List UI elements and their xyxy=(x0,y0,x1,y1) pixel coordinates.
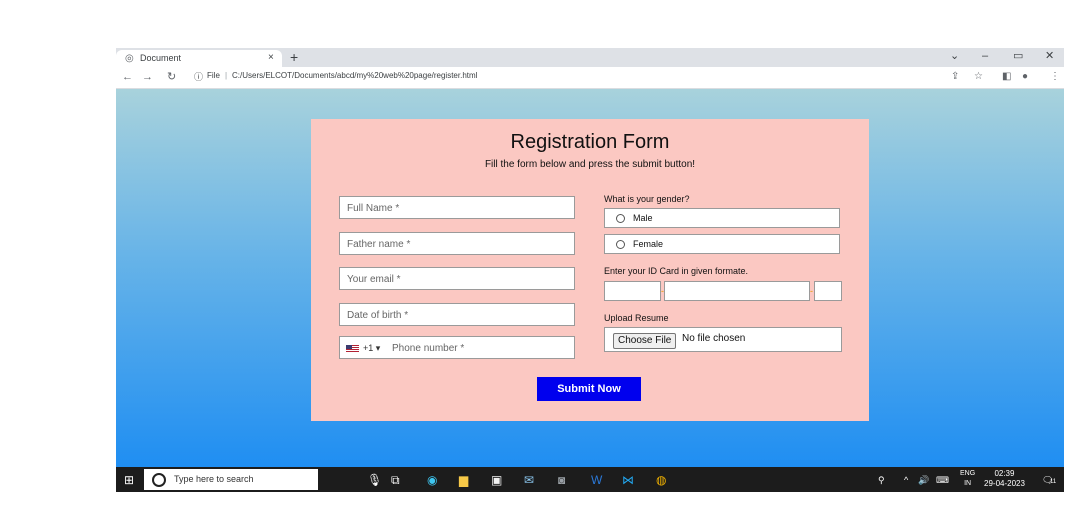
gender-option-male[interactable]: Male xyxy=(604,208,840,228)
male-label: Male xyxy=(633,213,653,223)
system-clock[interactable]: 02:39 29-04-2023 xyxy=(984,469,1025,489)
form-subtitle: Fill the form below and press the submit… xyxy=(484,159,696,170)
language-code: ENG xyxy=(960,470,976,477)
info-icon[interactable]: ⓘ xyxy=(194,70,203,83)
chevron-down-icon[interactable]: ⌄ xyxy=(950,49,959,63)
back-icon[interactable]: ← xyxy=(122,70,133,84)
region-code: IN xyxy=(964,480,972,487)
windows-start-icon[interactable]: ⊞ xyxy=(124,473,134,487)
resume-file-input[interactable]: Choose File No file chosen xyxy=(604,327,842,352)
new-tab-button[interactable]: + xyxy=(290,49,298,65)
people-icon[interactable]: ⚲ xyxy=(878,475,885,486)
tab-title: Document xyxy=(140,53,182,63)
full-name-field[interactable]: Full Name * xyxy=(339,196,575,219)
us-flag-icon[interactable] xyxy=(346,345,359,353)
registration-form: Registration Form Fill the form below an… xyxy=(311,119,869,421)
profile-icon[interactable]: ● xyxy=(1022,70,1028,84)
email-field[interactable]: Your email * xyxy=(339,267,575,290)
toolbar: ← → ↻ ⓘ File | C:/Users/ELCOT/Documents/… xyxy=(116,67,1064,89)
word-icon[interactable]: W xyxy=(591,473,602,487)
id-dash: - xyxy=(810,286,813,296)
vscode-icon[interactable]: ⋈ xyxy=(622,473,634,487)
separator: | xyxy=(225,71,228,80)
mail-icon[interactable]: ✉ xyxy=(524,473,534,487)
clock-date: 29-04-2023 xyxy=(984,479,1025,488)
gender-label: What is your gender? xyxy=(604,194,690,204)
dob-placeholder: Date of birth * xyxy=(347,310,409,321)
taskbar-search[interactable]: Type here to search xyxy=(144,469,318,490)
country-code-select[interactable]: +1 ▾ xyxy=(363,343,380,354)
language-indicator[interactable]: ENG IN xyxy=(960,469,975,489)
clock-time: 02:39 xyxy=(994,469,1015,478)
url-text[interactable]: C:/Users/ELCOT/Documents/abcd/my%20web%2… xyxy=(232,71,477,80)
minimize-icon[interactable]: – xyxy=(982,49,988,63)
female-label: Female xyxy=(633,239,664,249)
full-name-placeholder: Full Name * xyxy=(347,203,400,214)
dob-field[interactable]: Date of birth * xyxy=(339,303,575,326)
store-icon[interactable]: ▣ xyxy=(491,473,502,487)
id-card-label: Enter your ID Card in given formate. xyxy=(604,266,749,276)
form-title: Registration Form xyxy=(510,131,670,153)
gender-option-female[interactable]: Female xyxy=(604,234,840,254)
camera-icon[interactable]: ◙ xyxy=(558,473,565,487)
reload-icon[interactable]: ↻ xyxy=(167,70,176,84)
page-content: Registration Form Fill the form below an… xyxy=(116,89,1064,467)
bookmark-star-icon[interactable]: ☆ xyxy=(974,70,983,84)
keyboard-icon[interactable]: ⌨ xyxy=(936,475,949,486)
globe-icon: ◎ xyxy=(125,53,134,64)
id-part-2-input[interactable] xyxy=(664,281,810,301)
id-part-3-input[interactable] xyxy=(814,281,842,301)
father-name-field[interactable]: Father name * xyxy=(339,232,575,255)
volume-icon[interactable]: 🔊 xyxy=(918,475,929,486)
search-placeholder: Type here to search xyxy=(174,474,254,484)
male-radio[interactable] xyxy=(616,214,625,223)
notification-count: 11 xyxy=(1050,479,1057,485)
female-radio[interactable] xyxy=(616,240,625,249)
browser-window: ◎ Document × + ⌄ – ▭ ✕ ← → ↻ ⓘ File | C:… xyxy=(116,48,1064,492)
side-panel-icon[interactable]: ◧ xyxy=(1002,70,1011,84)
submit-button[interactable]: Submit Now xyxy=(537,377,641,401)
forward-icon[interactable]: → xyxy=(142,70,153,84)
task-view-icon[interactable]: ⧉ xyxy=(391,473,400,487)
close-icon[interactable]: × xyxy=(268,52,274,63)
file-explorer-icon[interactable]: ▆ xyxy=(459,473,468,487)
phone-placeholder: Phone number * xyxy=(392,343,465,354)
chevron-up-icon[interactable]: ^ xyxy=(904,475,908,485)
microphone-icon[interactable]: 🎙 xyxy=(367,473,382,487)
tab-strip: ◎ Document × + ⌄ – ▭ ✕ xyxy=(116,48,1064,67)
phone-field[interactable]: +1 ▾ Phone number * xyxy=(339,336,575,359)
no-file-text: No file chosen xyxy=(682,333,746,344)
address-bar[interactable]: ⓘ File | C:/Users/ELCOT/Documents/abcd/m… xyxy=(190,69,590,85)
id-part-1-input[interactable] xyxy=(604,281,661,301)
share-icon[interactable]: ⇪ xyxy=(951,70,959,84)
menu-icon[interactable]: ⋮ xyxy=(1050,70,1060,84)
file-label: File xyxy=(207,71,220,80)
email-placeholder: Your email * xyxy=(347,274,401,285)
father-name-placeholder: Father name * xyxy=(347,239,411,250)
window-close-icon[interactable]: ✕ xyxy=(1045,49,1054,63)
edge-icon[interactable]: ◉ xyxy=(427,473,437,487)
choose-file-button[interactable]: Choose File xyxy=(613,333,677,349)
resume-label: Upload Resume xyxy=(604,313,669,323)
cortana-icon xyxy=(152,473,166,487)
taskbar: ⊞ Type here to search 🎙 ⧉ ◉ ▆ ▣ ✉ ◙ W ⋈ … xyxy=(116,467,1064,492)
tab-document[interactable]: ◎ Document × xyxy=(116,50,282,67)
maximize-icon[interactable]: ▭ xyxy=(1013,49,1023,63)
chrome-icon[interactable]: ◍ xyxy=(656,473,666,487)
